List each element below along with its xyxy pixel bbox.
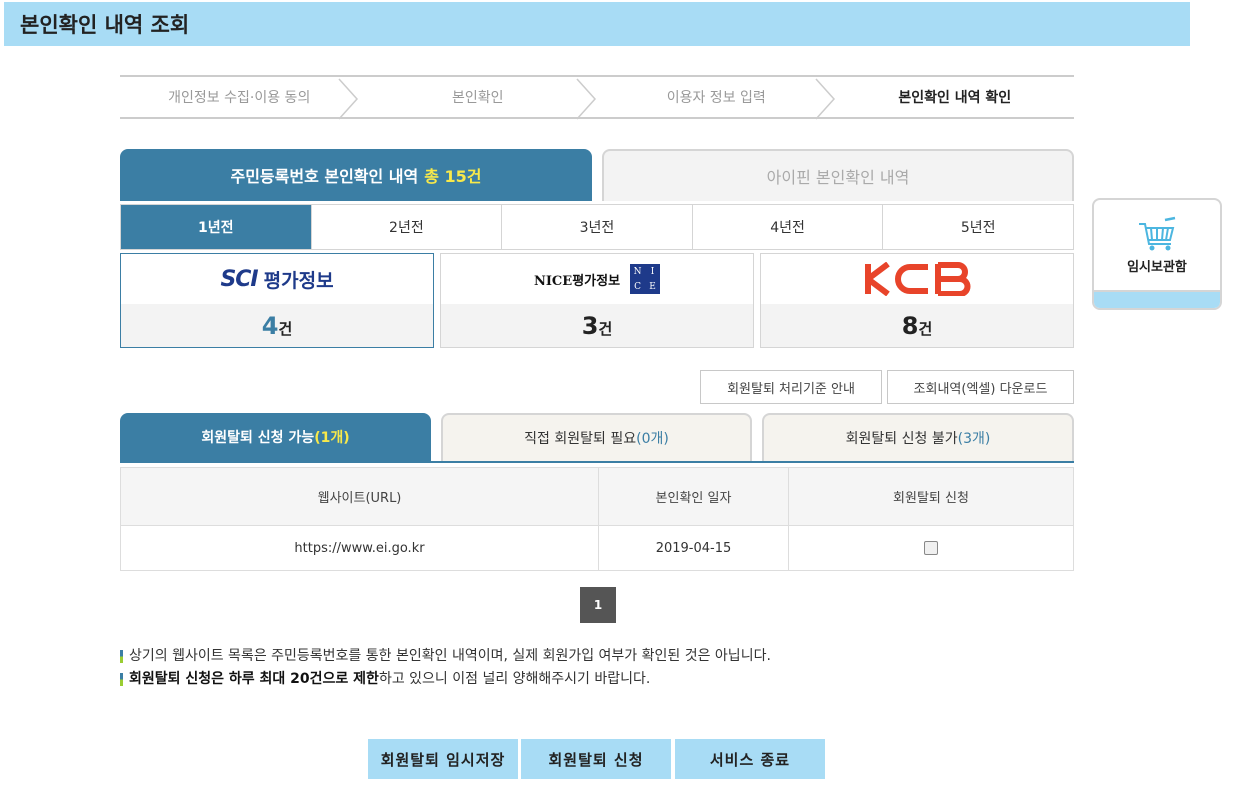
sci-logo: SCI 평가정보 [121, 254, 433, 304]
temp-storage-button[interactable]: 임시보관함 [1092, 198, 1222, 310]
row-withdraw-cell [788, 525, 1074, 571]
page-header: 본인확인 내역 조회 [4, 2, 1190, 46]
website-table: 웹사이트(URL) 본인확인 일자 회원탈퇴 신청 https://www.ei… [120, 467, 1074, 571]
notice-line: 회원탈퇴 신청은 하루 최대 20건으로 제한 하고 있으니 이점 널리 양해해주… [120, 668, 771, 691]
cart-label: 임시보관함 [1127, 259, 1187, 275]
col-url: 웹사이트(URL) [120, 467, 599, 526]
notice-emphasis: 회원탈퇴 신청은 하루 최대 20건으로 제한 [129, 671, 379, 687]
sci-logo-text: 평가정보 [263, 269, 334, 292]
year-5[interactable]: 5년전 [882, 205, 1073, 249]
agency-kcb[interactable]: 8 건 [760, 253, 1074, 348]
agency-nice[interactable]: NICE평가정보 N I C E 3 건 [440, 253, 754, 348]
tab-withdrawal-unavailable[interactable]: 회원탈퇴 신청 불가 (3개) [762, 413, 1074, 461]
tab-ipin[interactable]: 아이핀 본인확인 내역 [602, 149, 1074, 201]
tab-resident-number[interactable]: 주민등록번호 본인확인 내역 총 15건 [120, 149, 592, 201]
agency-count-unit: 건 [918, 320, 933, 338]
tab-label: 회원탈퇴 신청 가능 [201, 430, 315, 446]
tab-direct-withdrawal[interactable]: 직접 회원탈퇴 필요 (0개) [441, 413, 752, 461]
tab-label: 주민등록번호 본인확인 내역 [230, 167, 419, 186]
main-tabs: 주민등록번호 본인확인 내역 총 15건 아이핀 본인확인 내역 [120, 149, 1074, 201]
year-filter: 1년전 2년전 3년전 4년전 5년전 [120, 204, 1074, 250]
step-label: 본인확인 [451, 90, 504, 106]
withdraw-checkbox[interactable] [924, 541, 938, 555]
nice-logo-letter: E [649, 281, 656, 292]
year-2[interactable]: 2년전 [310, 205, 502, 249]
step-consent: 개인정보 수집·이용 동의 [120, 77, 359, 120]
cart-icon [1139, 216, 1176, 250]
step-label: 이용자 정보 입력 [666, 90, 766, 106]
col-withdraw: 회원탈퇴 신청 [788, 467, 1074, 526]
notice-line: 상기의 웹사이트 목록은 주민등록번호를 통한 본인확인 내역이며, 실제 회원… [120, 645, 771, 668]
notice: 상기의 웹사이트 목록은 주민등록번호를 통한 본인확인 내역이며, 실제 회원… [120, 645, 771, 691]
sci-logo-mark: SCI [220, 266, 258, 292]
step-user-info: 이용자 정보 입력 [597, 77, 836, 120]
page-1-button[interactable]: 1 [580, 587, 616, 623]
withdrawal-tabs: 회원탈퇴 신청 가능 (1개) 직접 회원탈퇴 필요 (0개) 회원탈퇴 신청 불가… [120, 413, 1074, 463]
tab-count: (3개) [957, 431, 991, 447]
row-date: 2019-04-15 [598, 525, 789, 571]
table-row: https://www.ei.go.kr 2019-04-15 [120, 525, 1074, 571]
tab-count: (0개) [636, 431, 669, 447]
step-history: 본인확인 내역 확인 [836, 77, 1075, 117]
year-3[interactable]: 3년전 [501, 205, 692, 249]
row-url: https://www.ei.go.kr [120, 525, 599, 571]
agency-cards: SCI 평가정보 4 건 NICE평가정보 N I C E 3 건 8 건 [120, 253, 1074, 348]
agency-count-unit: 건 [598, 320, 613, 338]
progress-steps: 개인정보 수집·이용 동의 본인확인 이용자 정보 입력 본인확인 내역 확인 [120, 75, 1075, 120]
nice-logo-letter: I [650, 266, 655, 277]
nice-logo-letter: C [634, 281, 641, 292]
bullet-icon [120, 673, 123, 686]
col-date: 본인확인 일자 [598, 467, 789, 526]
agency-sci[interactable]: SCI 평가정보 4 건 [120, 253, 434, 348]
apply-withdrawal-button[interactable]: 회원탈퇴 신청 [521, 739, 671, 779]
page-title: 본인확인 내역 조회 [20, 13, 190, 37]
temp-save-button[interactable]: 회원탈퇴 임시저장 [368, 739, 518, 779]
notice-text: 하고 있으니 이점 널리 양해해주시기 바랍니다. [378, 671, 651, 687]
agency-count: 3 [581, 311, 599, 340]
year-4[interactable]: 4년전 [691, 205, 883, 249]
agency-count: 8 [901, 311, 919, 340]
bullet-icon [120, 650, 123, 663]
table-header-row: 웹사이트(URL) 본인확인 일자 회원탈퇴 신청 [120, 467, 1074, 526]
step-verify: 본인확인 [359, 77, 598, 120]
year-1[interactable]: 1년전 [121, 205, 311, 249]
nice-logo-box: N I C E [630, 264, 661, 294]
nice-logo-text: NICE평가정보 [533, 273, 621, 289]
cart-bar [1094, 290, 1220, 308]
step-label: 개인정보 수집·이용 동의 [168, 90, 311, 106]
kcb-logo [761, 254, 1073, 304]
kcb-logo-mark [865, 262, 971, 296]
agency-count-unit: 건 [278, 320, 293, 338]
notice-text: 상기의 웹사이트 목록은 주민등록번호를 통한 본인확인 내역이며, 실제 회원… [129, 648, 771, 664]
step-label: 본인확인 내역 확인 [898, 90, 1012, 106]
exit-service-button[interactable]: 서비스 종료 [675, 739, 825, 779]
tab-label: 회원탈퇴 신청 불가 [845, 431, 958, 447]
tab-withdrawal-available[interactable]: 회원탈퇴 신청 가능 (1개) [120, 413, 431, 461]
agency-count: 4 [261, 311, 279, 340]
nice-logo: NICE평가정보 N I C E [441, 254, 753, 304]
nice-logo-letter: N [633, 266, 642, 277]
tab-label: 아이핀 본인확인 내역 [766, 168, 910, 187]
criteria-guide-button[interactable]: 회원탈퇴 처리기준 안내 [700, 370, 882, 404]
excel-download-button[interactable]: 조회내역(엑셀) 다운로드 [887, 370, 1074, 404]
tab-count: (1개) [314, 430, 350, 446]
tab-underline [120, 461, 1074, 463]
total-count: 총 15건 [424, 167, 482, 186]
tab-label: 직접 회원탈퇴 필요 [524, 431, 637, 447]
